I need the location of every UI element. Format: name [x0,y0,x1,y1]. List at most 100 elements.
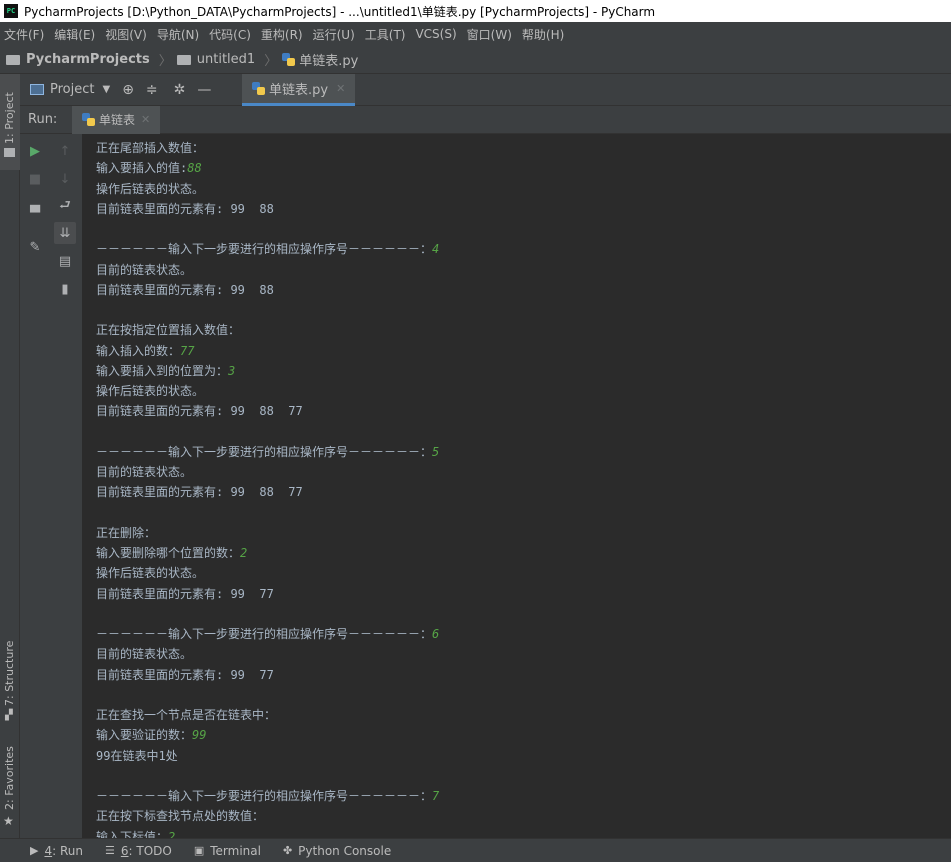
console-line: 目前的链表状态。 [96,647,193,662]
structure-icon: ▞ [5,710,13,721]
chevron-down-icon: ▼ [102,84,111,95]
soft-wrap-icon[interactable]: ⮐ [54,196,76,218]
run-tab[interactable]: 单链表 ✕ [72,105,161,134]
arrow-up-icon[interactable]: ↑ [54,140,76,162]
python-file-icon [252,81,265,95]
bottom-tool-bar: ▶ 4: Run ☰ 6: TODO ▣ Terminal ✤ Python C… [0,838,951,862]
menu-run[interactable]: 运行(U) [313,26,355,43]
console-line: 输入要删除哪个位置的数：2 [96,546,248,560]
breadcrumb-project[interactable]: PycharmProjects [6,52,150,67]
console-line: －－－－－－输入下一步要进行的相应操作序号－－－－－－：7 [96,789,440,803]
breadcrumb-folder[interactable]: untitled1 [176,52,255,67]
console-line: 99在链表中1处 [96,748,178,763]
layout-icon[interactable]: ▀ [24,202,46,224]
editor-tab[interactable]: 单链表.py ✕ [242,73,356,106]
tab-python-console[interactable]: ✤ Python Console [283,844,391,858]
tab-project[interactable]: 1: Project [0,74,20,170]
breadcrumb-file[interactable]: 单链表.py [282,50,358,69]
console-line: 正在查找一个节点是否在链表中： [96,708,277,722]
chevron-right-icon: 〉 [264,54,278,69]
menu-window[interactable]: 窗口(W) [467,26,512,43]
tab-favorites[interactable]: 2: Favorites ★ [0,742,20,832]
title-bar: PC PycharmProjects [D:\Python_DATA\Pycha… [0,0,951,22]
menu-code[interactable]: 代码(C) [209,26,251,43]
tab-todo[interactable]: ☰ 6: TODO [105,844,172,858]
menu-refactor[interactable]: 重构(R) [261,26,303,43]
console-line: 输入要插入到的位置为：3 [96,363,236,378]
breadcrumb: PycharmProjects 〉 untitled1 〉 单链表.py [0,46,951,74]
console-line: 正在按指定位置插入数值： [96,323,241,338]
chevron-right-icon: 〉 [158,54,172,69]
tab-terminal[interactable]: ▣ Terminal [194,844,261,858]
console-input-line[interactable]: 输入下标值：2 [96,827,951,839]
console-line: 正在尾部插入数值： [96,141,205,155]
pin-icon[interactable]: ✎ [24,236,46,258]
folder-icon [4,148,15,157]
close-icon[interactable]: ✕ [336,82,345,95]
menu-view[interactable]: 视图(V) [105,26,147,43]
run-header: Run: 单链表 ✕ [20,105,951,134]
collapse-all-icon[interactable]: ≑ [146,82,158,98]
console-line: 正在按下标查找节点处的数值： [96,809,265,824]
print-icon[interactable]: ▤ [54,250,76,272]
console-line: 输入要验证的数：99 [96,728,207,743]
tab-run[interactable]: ▶ 4: Run [30,844,83,858]
arrow-down-icon[interactable]: ↓ [54,168,76,190]
tab-structure[interactable]: 7: Structure ▞ [0,634,20,724]
locate-icon[interactable]: ⊕ [122,82,134,98]
python-icon: ✤ [282,844,293,857]
menu-help[interactable]: 帮助(H) [522,26,564,43]
console-line: 目前链表里面的元素有: 99 88 77 [96,485,303,500]
folder-icon [176,54,191,65]
menu-vcs[interactable]: VCS(S) [415,27,456,41]
folder-icon [6,54,20,65]
terminal-icon: ▣ [193,844,205,857]
left-tool-strip: 1: Project 7: Structure ▞ 2: Favorites ★ [0,74,20,838]
window-title: PycharmProjects [D:\Python_DATA\PycharmP… [24,4,656,19]
gear-icon[interactable]: ✲ [174,82,186,98]
console-line: 目前链表里面的元素有: 99 77 [96,586,274,601]
run-label: Run: [28,112,58,127]
rerun-icon[interactable]: ▶ [24,140,46,162]
console-line: 目前链表里面的元素有: 99 77 [96,667,274,682]
console-line: 正在删除： [96,525,157,540]
hide-icon[interactable]: — [197,82,211,98]
stop-icon[interactable]: ■ [24,168,46,190]
python-icon [82,113,95,126]
text-cursor [175,831,183,838]
trash-icon[interactable]: ▮ [54,278,76,300]
menu-file[interactable]: 文件(F) [4,26,44,43]
console-line: －－－－－－输入下一步要进行的相应操作序号－－－－－－：6 [96,627,440,641]
console-line: 操作后链表的状态。 [96,384,205,398]
menu-bar: 文件(F) 编辑(E) 视图(V) 导航(N) 代码(C) 重构(R) 运行(U… [0,22,951,46]
menu-tools[interactable]: 工具(T) [365,26,406,43]
console-line: 输入要插入的值:88 [96,161,202,176]
menu-navigate[interactable]: 导航(N) [157,26,199,43]
console-line: 目前链表里面的元素有: 99 88 [96,201,274,216]
close-icon[interactable]: ✕ [141,113,150,126]
menu-edit[interactable]: 编辑(E) [54,26,95,43]
console-line: 目前链表里面的元素有: 99 88 [96,282,274,297]
project-view-selector[interactable]: Project ▼ ⊕ ≑ ✲ — [20,82,238,98]
project-window-icon [30,84,44,95]
tool-window-bar: Project ▼ ⊕ ≑ ✲ — 单链表.py ✕ [20,73,951,106]
pycharm-logo-icon: PC [4,4,18,18]
scroll-to-end-icon[interactable]: ⇊ [54,222,76,244]
console-line: －－－－－－输入下一步要进行的相应操作序号－－－－－－：5 [96,444,440,459]
console-line: 操作后链表的状态。 [96,181,205,196]
play-icon: ▶ [30,844,39,857]
console-line: 目前链表里面的元素有: 99 88 77 [96,404,303,419]
console-output[interactable]: 正在尾部插入数值： 输入要插入的值:88 操作后链表的状态。 目前链表里面的元素… [82,134,951,838]
console-line: 操作后链表的状态。 [96,566,205,581]
list-icon: ☰ [104,844,115,857]
star-icon: ★ [3,814,14,828]
run-toolbar: ▶ ↑ ■ ↓ ▀ ⮐ ⇊ ✎ ▤ ▮ [20,134,82,838]
console-line: 目前的链表状态。 [96,465,193,479]
